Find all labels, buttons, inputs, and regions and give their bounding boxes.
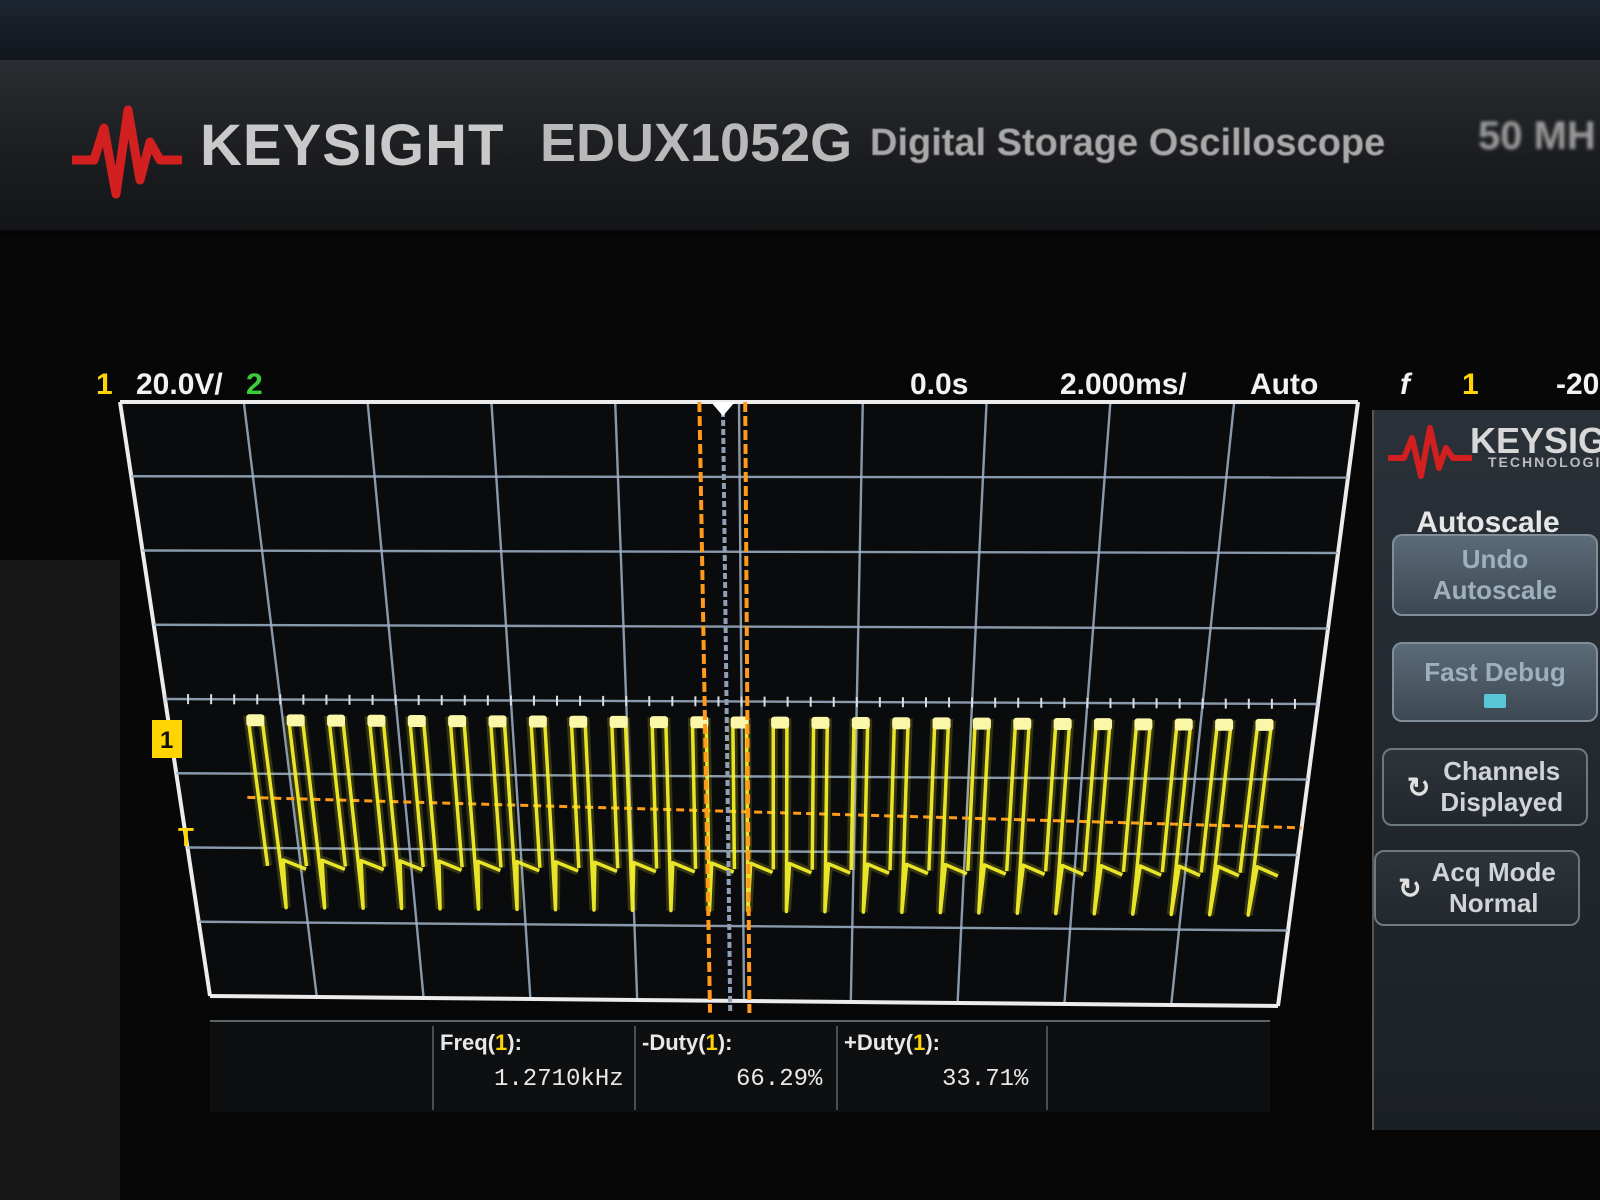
pulse-top-marker bbox=[1174, 718, 1193, 731]
pulse-top-marker bbox=[851, 717, 870, 730]
acq-mode-label: Acq Mode bbox=[1431, 856, 1556, 887]
fast-debug-indicator bbox=[1484, 693, 1506, 708]
fast-debug-label: Fast Debug bbox=[1424, 656, 1566, 687]
pulse-top-marker bbox=[286, 714, 305, 727]
time-delay[interactable]: 0.0s bbox=[910, 368, 968, 402]
pulse-top-marker bbox=[569, 715, 588, 728]
pulse-top-marker bbox=[407, 714, 426, 727]
measurement-name: Freq bbox=[440, 1030, 488, 1055]
loop-arrow-icon: ↻ bbox=[1398, 872, 1422, 904]
acq-mode-value: Normal bbox=[1448, 888, 1539, 918]
pulse-top-marker bbox=[1013, 717, 1032, 730]
pulse-top-marker bbox=[1094, 718, 1113, 731]
pulse-top-marker bbox=[811, 716, 830, 729]
channel2-number[interactable]: 2 bbox=[246, 368, 263, 402]
softkey-panel: KEYSIGHT TECHNOLOGIES Autoscale Undo Aut… bbox=[1372, 410, 1600, 1130]
measurement-channel: 1 bbox=[913, 1030, 926, 1055]
measurement-channel: 1 bbox=[705, 1030, 718, 1055]
pulse-top-marker bbox=[528, 715, 547, 728]
pulse-top-marker bbox=[1215, 718, 1234, 731]
pulse-top-marker bbox=[448, 715, 467, 728]
pulse-top-marker bbox=[972, 717, 991, 730]
measurement-neg-duty[interactable]: -Duty(1): 66.29% bbox=[634, 1026, 836, 1110]
trigger-level-marker[interactable]: T bbox=[178, 822, 194, 852]
pulse-top-marker bbox=[1053, 717, 1072, 730]
measurement-value: 33.71% bbox=[942, 1066, 1029, 1093]
pulse-top-marker bbox=[932, 717, 951, 730]
trigger-mode[interactable]: Auto bbox=[1250, 368, 1318, 402]
pulse-top-marker bbox=[771, 716, 790, 729]
channel1-scale[interactable]: 20.0V/ bbox=[136, 368, 223, 402]
undo-autoscale-label-2: Autoscale bbox=[1432, 575, 1558, 605]
keysight-logo-icon bbox=[1388, 425, 1472, 479]
undo-autoscale-label-1: Undo bbox=[1461, 544, 1529, 574]
measurement-name: -Duty bbox=[642, 1030, 699, 1055]
grid-line-horizontal bbox=[131, 475, 1349, 479]
measurement-value: 1.2710kHz bbox=[494, 1066, 624, 1093]
channels-displayed-label-1: Channels bbox=[1443, 755, 1561, 786]
pulse-top-marker bbox=[892, 717, 911, 730]
trigger-level[interactable]: -20 bbox=[1556, 368, 1599, 402]
trigger-slope-icon: f bbox=[1400, 368, 1410, 401]
channel1-number[interactable]: 1 bbox=[96, 368, 113, 402]
measurement-value: 66.29% bbox=[736, 1066, 823, 1093]
pulse-top-marker bbox=[1134, 718, 1153, 731]
measurement-channel: 1 bbox=[495, 1030, 508, 1055]
measurement-bar: Freq(1): 1.2710kHz -Duty(1): 66.29% +Dut… bbox=[210, 1020, 1270, 1112]
undo-autoscale-button[interactable]: Undo Autoscale bbox=[1392, 534, 1598, 616]
measurement-freq[interactable]: Freq(1): 1.2710kHz bbox=[432, 1026, 634, 1110]
trigger-source[interactable]: 1 bbox=[1462, 368, 1479, 402]
pulse-top-marker bbox=[327, 714, 346, 727]
pulse-top-marker bbox=[246, 714, 265, 727]
acq-mode-button[interactable]: ↻ Acq Mode Normal bbox=[1374, 850, 1580, 926]
fast-debug-button[interactable]: Fast Debug bbox=[1392, 642, 1598, 722]
pulse-top-marker bbox=[367, 714, 386, 727]
loop-arrow-icon: ↻ bbox=[1406, 771, 1431, 803]
time-scale[interactable]: 2.000ms/ bbox=[1060, 368, 1187, 402]
pulse-top-marker bbox=[1255, 718, 1274, 731]
channel1-ground-marker-label: 1 bbox=[160, 727, 173, 754]
channels-displayed-label-2: Displayed bbox=[1440, 787, 1564, 817]
pulse-top-marker bbox=[649, 716, 668, 729]
pulse-top-marker bbox=[488, 715, 507, 728]
measurement-name: +Duty bbox=[844, 1030, 906, 1055]
panel-brand-sub: TECHNOLOGIES bbox=[1488, 454, 1600, 470]
channels-displayed-button[interactable]: ↻ Channels Displayed bbox=[1382, 748, 1588, 826]
pulse-top-marker bbox=[609, 715, 628, 728]
measurement-pos-duty[interactable]: +Duty(1): 33.71% bbox=[836, 1026, 1048, 1110]
status-bar: 1 20.0V/ 2 0.0s 2.000ms/ Auto f 1 -20 bbox=[70, 362, 1600, 410]
